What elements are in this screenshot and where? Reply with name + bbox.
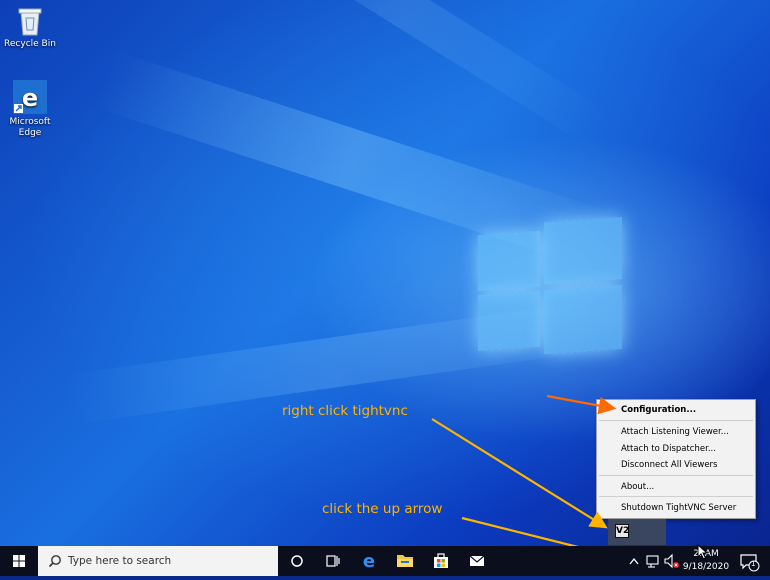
cortana-button[interactable]	[280, 546, 314, 576]
recycle-bin-icon	[17, 6, 43, 36]
annotation-click-up-arrow: click the up arrow	[322, 501, 443, 517]
desktop-icon-label-line2: Edge	[18, 128, 42, 138]
svg-text:e: e	[363, 551, 375, 572]
taskbar-edge-button[interactable]: e	[352, 546, 386, 576]
svg-text:e: e	[22, 84, 38, 112]
desktop-icon-label-line1: Microsoft	[9, 117, 51, 127]
menu-item-attach-listening-viewer[interactable]: Attach Listening Viewer...	[621, 425, 729, 439]
edge-icon: e	[13, 80, 47, 114]
show-hidden-icons-button[interactable]	[626, 546, 642, 576]
search-placeholder: Type here to search	[68, 555, 172, 567]
menu-item-about[interactable]: About...	[621, 480, 654, 494]
tightvnc-context-menu: Configuration... Attach Listening Viewer…	[596, 399, 756, 519]
windows-logo-wallpaper	[478, 217, 624, 361]
menu-separator	[599, 420, 753, 421]
tightvnc-icon[interactable]: V2	[615, 524, 629, 538]
desktop-icon-recycle-bin[interactable]: Recycle Bin	[0, 6, 60, 50]
menu-item-disconnect-all-viewers[interactable]: Disconnect All Viewers	[621, 458, 717, 472]
menu-item-attach-to-dispatcher[interactable]: Attach to Dispatcher...	[621, 442, 716, 456]
clock-date: 9/18/2020	[682, 562, 730, 572]
store-icon	[434, 553, 448, 568]
cortana-icon	[291, 555, 303, 567]
taskbar: Type here to search e 2: AM 9/18/2020 1	[0, 546, 770, 576]
notification-icon	[740, 554, 760, 572]
menu-separator	[599, 475, 753, 476]
mail-icon	[469, 555, 485, 566]
volume-button[interactable]	[662, 546, 680, 576]
hidden-icons-popup: V2	[608, 519, 666, 545]
annotation-right-click: right click tightvnc	[282, 403, 408, 419]
notification-count: 1	[751, 560, 756, 568]
network-icon	[646, 555, 659, 568]
store-button[interactable]	[424, 546, 458, 576]
task-view-button[interactable]	[316, 546, 350, 576]
network-button[interactable]	[644, 546, 662, 576]
mail-button[interactable]	[460, 546, 494, 576]
file-explorer-button[interactable]	[388, 546, 422, 576]
desktop-icon-microsoft-edge[interactable]: e Microsoft Edge	[0, 80, 60, 139]
file-explorer-icon	[397, 555, 413, 567]
windows-start-icon	[13, 555, 25, 567]
start-button[interactable]	[0, 546, 38, 576]
taskbar-search-box[interactable]: Type here to search	[38, 546, 278, 576]
menu-item-shutdown-tightvnc-server[interactable]: Shutdown TightVNC Server	[621, 501, 736, 515]
desktop-icon-label: Recycle Bin	[4, 39, 56, 49]
action-center-button[interactable]: 1	[734, 546, 764, 576]
mouse-cursor-icon	[697, 544, 709, 560]
volume-muted-icon	[664, 553, 679, 569]
task-view-icon	[326, 555, 340, 567]
edge-icon: e	[363, 551, 375, 572]
menu-item-configuration[interactable]: Configuration...	[621, 403, 696, 417]
chevron-up-icon	[629, 557, 639, 565]
menu-separator	[599, 496, 753, 497]
search-icon	[48, 555, 61, 568]
